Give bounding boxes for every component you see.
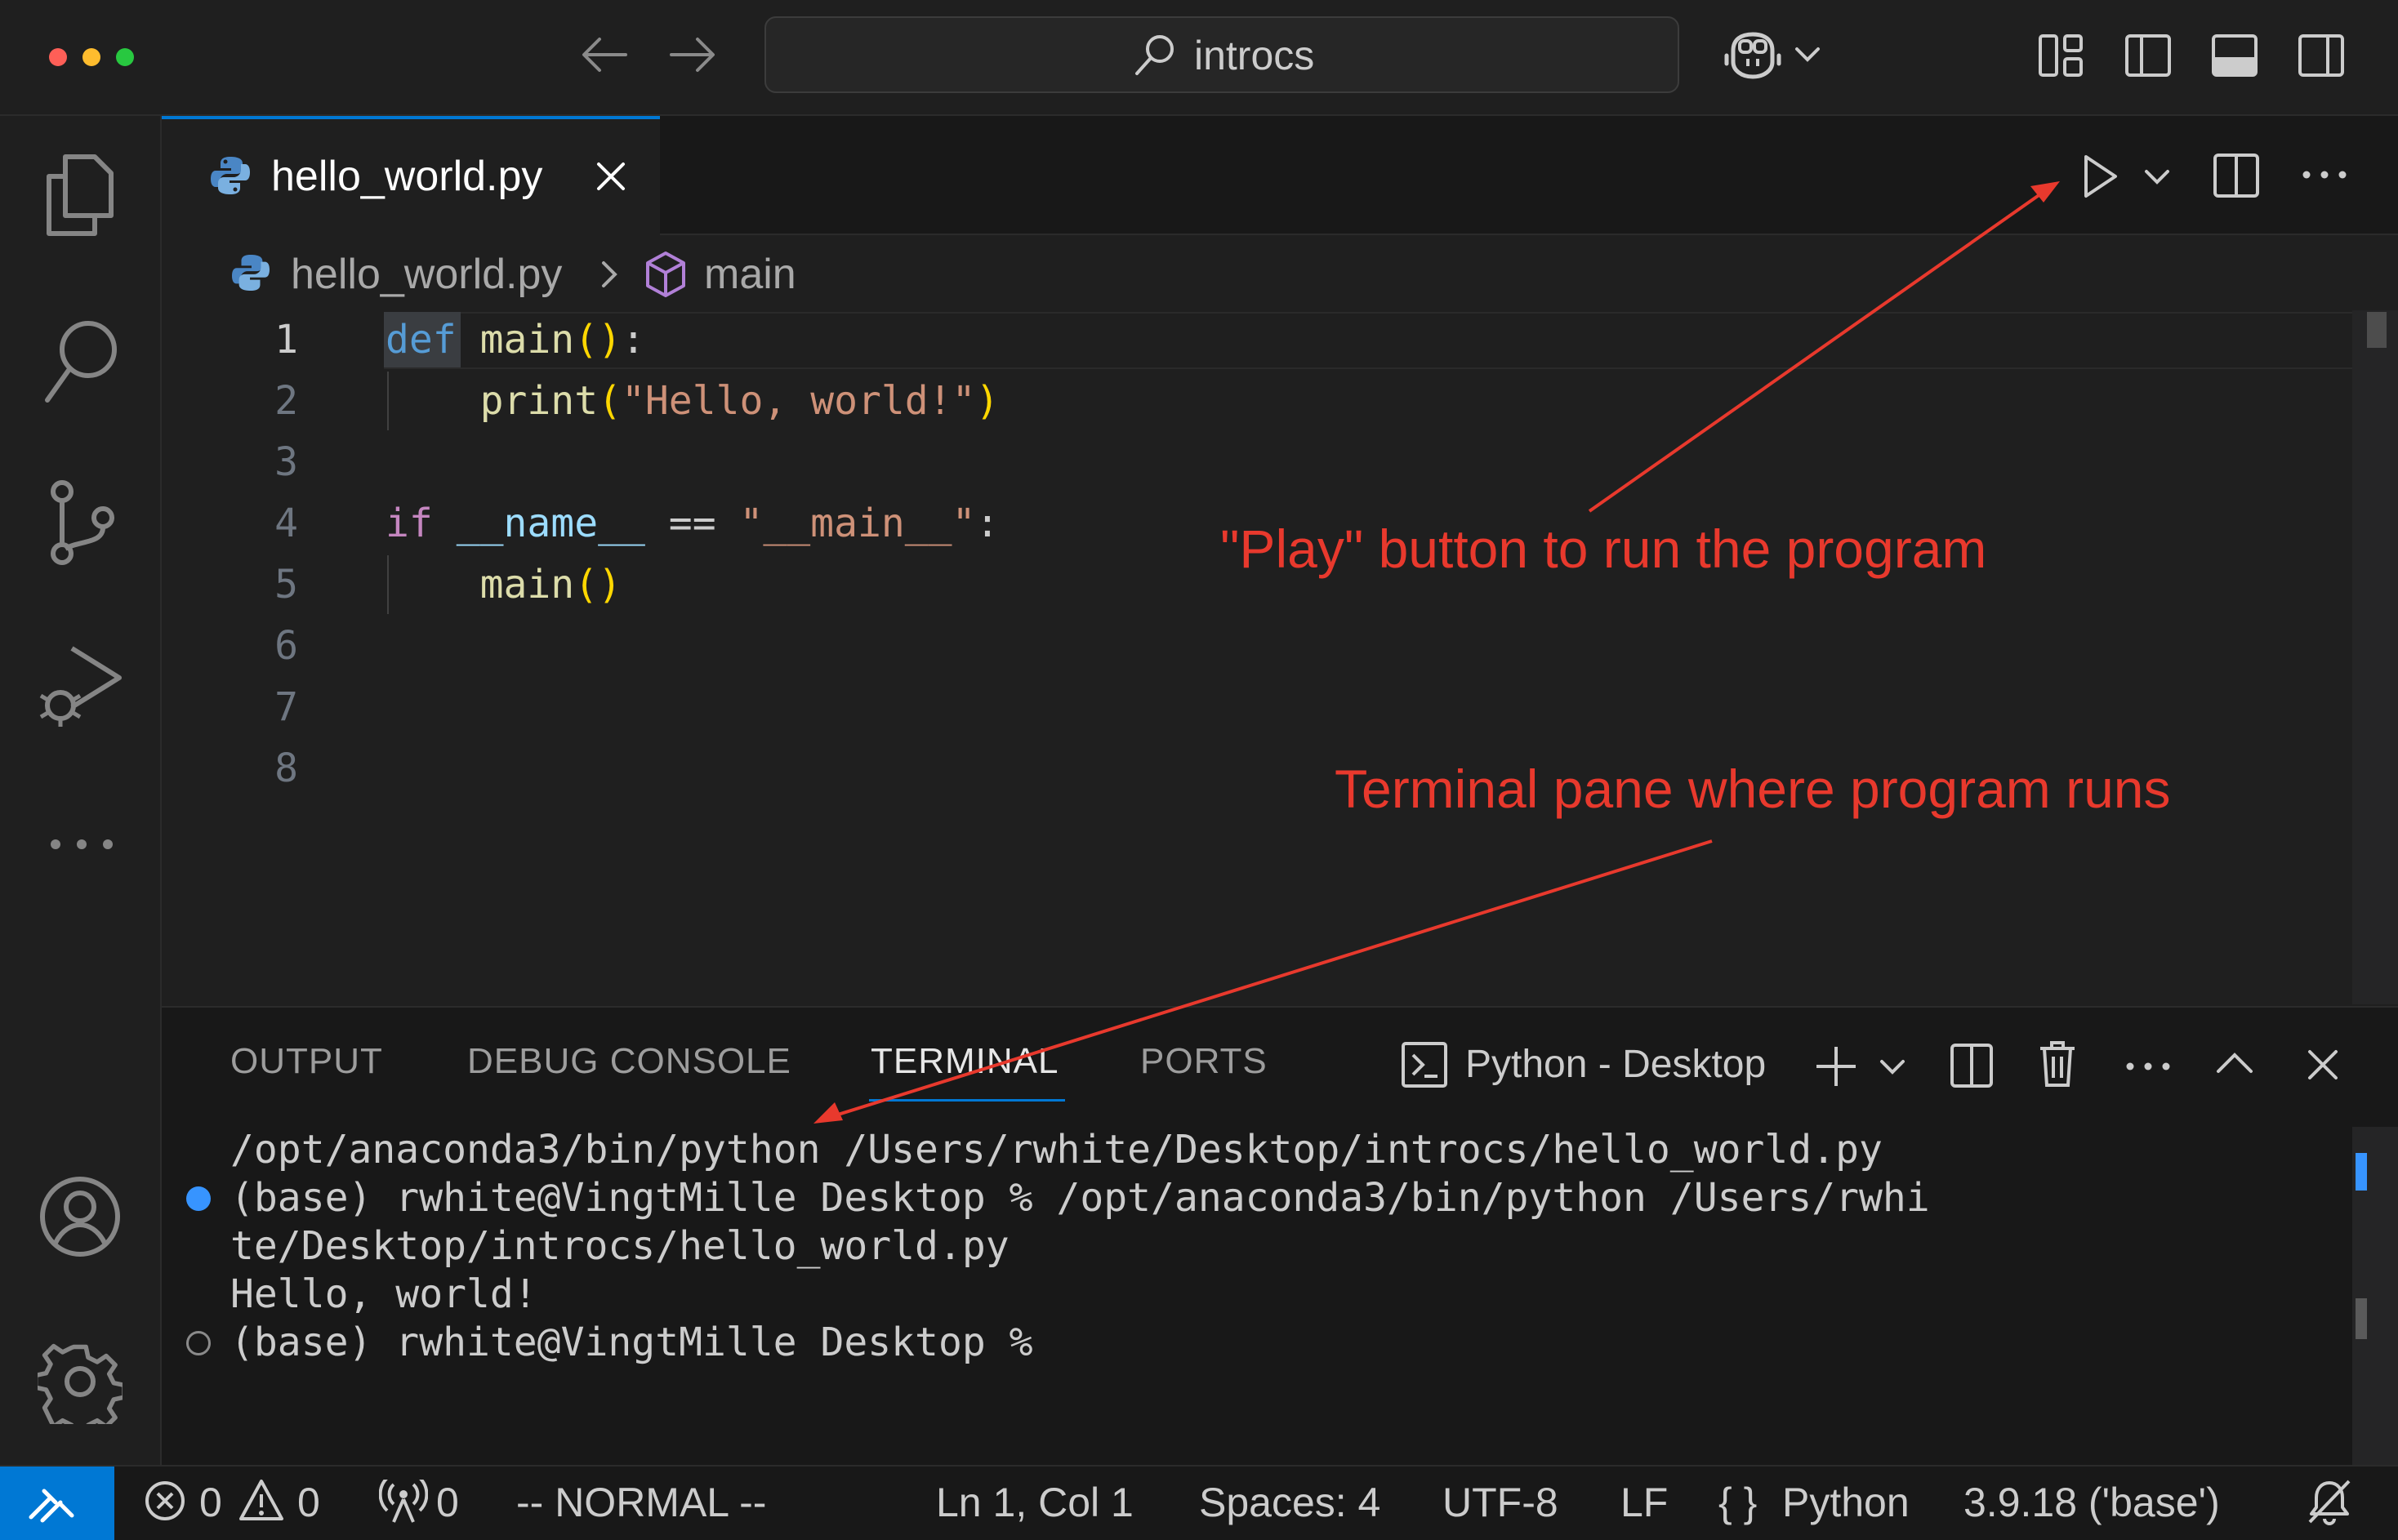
annotation-arrows (813, 181, 2060, 1124)
arrow-to-play-button (1588, 185, 2053, 513)
arrow-to-terminal (824, 839, 1713, 1120)
arrowhead-terminal (813, 1102, 843, 1124)
